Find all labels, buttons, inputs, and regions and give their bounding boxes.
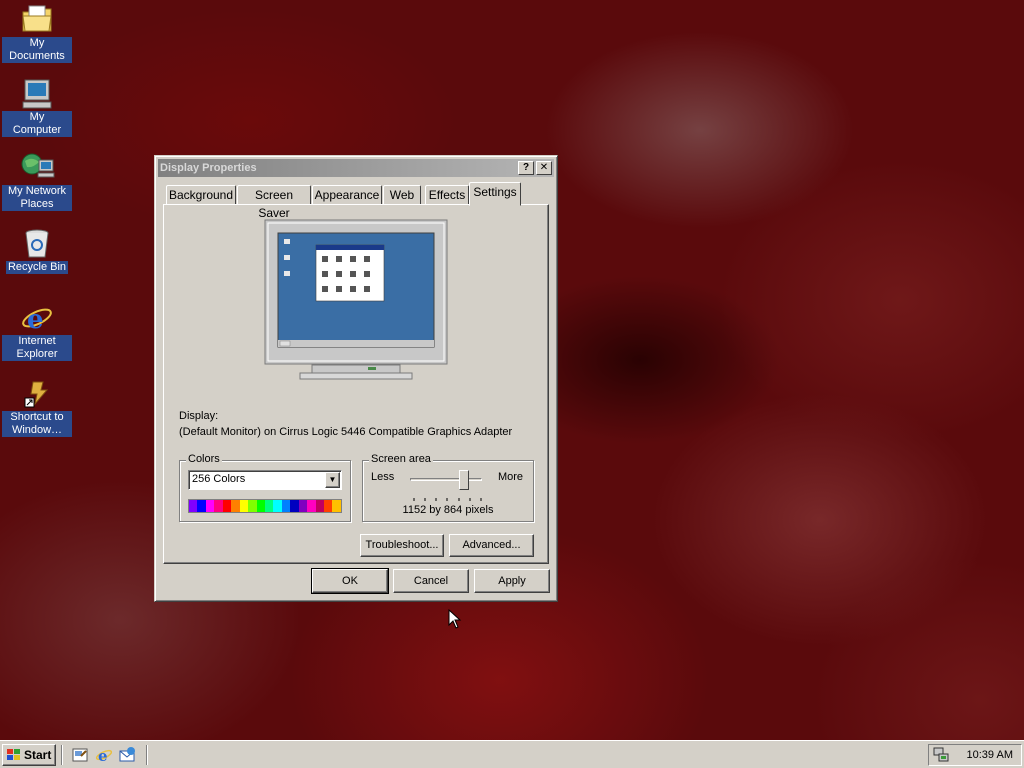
display-value: (Default Monitor) on Cirrus Logic 5446 C… xyxy=(179,426,513,438)
taskbar: Start e 10:39 AM xyxy=(0,740,1024,768)
desktop-icon-my-computer[interactable]: My Computer xyxy=(0,78,74,137)
color-swatch xyxy=(197,500,206,512)
colors-select[interactable]: 256 Colors ▼ xyxy=(188,470,342,490)
color-swatch xyxy=(264,500,274,512)
tab-screen-saver[interactable]: Screen Saver xyxy=(237,185,311,220)
tab-settings[interactable]: Settings xyxy=(469,182,521,206)
resolution-text: 1152 by 864 pixels xyxy=(402,504,494,516)
color-swatch xyxy=(307,500,316,512)
recycle-bin-icon xyxy=(21,228,53,260)
monitor-preview xyxy=(264,219,448,389)
svg-text:e: e xyxy=(27,305,44,334)
desktop-icon-label: Shortcut to Window… xyxy=(2,411,72,437)
network-icon xyxy=(21,152,55,184)
close-button[interactable]: ✕ xyxy=(536,161,552,175)
color-spectrum-bar xyxy=(188,499,342,513)
color-swatch xyxy=(214,500,223,512)
start-button[interactable]: Start xyxy=(2,744,56,766)
screen-area-slider[interactable] xyxy=(459,470,469,490)
color-swatch xyxy=(189,500,198,512)
screen-area-group-title: Screen area xyxy=(369,453,433,465)
color-swatch xyxy=(231,500,240,512)
display-properties-window: Display Properties ? ✕ Background Screen… xyxy=(154,155,558,602)
shortcut-icon xyxy=(21,378,53,410)
color-swatch xyxy=(315,500,324,512)
settings-panel: Display: (Default Monitor) on Cirrus Log… xyxy=(163,204,549,564)
desktop-icon-internet-explorer[interactable]: e Internet Explorer xyxy=(0,302,74,361)
slider-ticks xyxy=(413,493,483,501)
start-label: Start xyxy=(24,748,52,762)
title-bar[interactable]: Display Properties ? ✕ xyxy=(158,159,554,177)
color-swatch xyxy=(205,500,215,512)
taskbar-separator xyxy=(146,745,148,765)
color-swatch xyxy=(298,500,308,512)
color-swatch xyxy=(222,500,232,512)
color-swatch xyxy=(256,500,265,512)
folder-documents-icon xyxy=(21,4,53,36)
colors-group: Colors 256 Colors ▼ xyxy=(179,453,351,522)
troubleshoot-button[interactable]: Troubleshoot... xyxy=(360,534,444,557)
color-swatch xyxy=(332,500,341,512)
slider-track xyxy=(410,478,482,481)
apply-button[interactable]: Apply xyxy=(474,569,550,593)
tab-effects[interactable]: Effects xyxy=(425,185,469,205)
color-swatch xyxy=(290,500,299,512)
colors-group-title: Colors xyxy=(186,453,222,465)
desktop-icon-label: My Computer xyxy=(2,111,72,137)
color-swatch xyxy=(273,500,282,512)
taskbar-separator xyxy=(61,745,63,765)
colors-selected-value: 256 Colors xyxy=(192,473,246,485)
chevron-down-icon[interactable]: ▼ xyxy=(325,472,340,488)
desktop-icon-my-documents[interactable]: My Documents xyxy=(0,4,74,63)
color-swatch xyxy=(248,500,257,512)
desktop-icon-label: My Network Places xyxy=(2,185,72,211)
desktop-icon-label: Recycle Bin xyxy=(5,261,69,274)
desktop-icon-label: Internet Explorer xyxy=(2,335,72,361)
desktop-icon-shortcut[interactable]: Shortcut to Window… xyxy=(0,378,74,437)
tab-background[interactable]: Background xyxy=(166,185,236,205)
tab-web[interactable]: Web xyxy=(383,185,421,205)
color-swatch xyxy=(281,500,291,512)
window-title: Display Properties xyxy=(160,162,257,174)
mouse-cursor-icon xyxy=(448,608,462,632)
ok-button[interactable]: OK xyxy=(311,568,389,594)
color-swatch xyxy=(239,500,249,512)
computer-icon xyxy=(21,78,53,110)
outlook-express-icon[interactable] xyxy=(118,746,136,764)
internet-explorer-icon[interactable]: e xyxy=(95,746,113,765)
cancel-button[interactable]: Cancel xyxy=(393,569,469,593)
windows-logo-icon xyxy=(6,748,22,768)
desktop-icon-recycle-bin[interactable]: Recycle Bin xyxy=(0,228,74,274)
screen-area-group: Screen area Less More 1152 by 864 pixels xyxy=(362,453,534,522)
more-label: More xyxy=(497,471,523,483)
advanced-button[interactable]: Advanced... xyxy=(449,534,534,557)
color-swatch xyxy=(324,500,333,512)
clock[interactable]: 10:39 AM xyxy=(967,749,1013,761)
display-label: Display: xyxy=(179,410,219,422)
show-desktop-icon[interactable] xyxy=(72,747,89,763)
tab-appearance[interactable]: Appearance xyxy=(312,185,382,205)
desktop-icon-label: My Documents xyxy=(2,37,72,63)
desktop-icon-network-places[interactable]: My Network Places xyxy=(0,152,74,211)
less-label: Less xyxy=(371,471,395,483)
internet-explorer-icon: e xyxy=(21,302,53,335)
system-tray: 10:39 AM xyxy=(928,744,1022,766)
svg-text:e: e xyxy=(98,747,108,764)
network-tray-icon[interactable] xyxy=(933,747,949,766)
help-button[interactable]: ? xyxy=(518,161,534,175)
